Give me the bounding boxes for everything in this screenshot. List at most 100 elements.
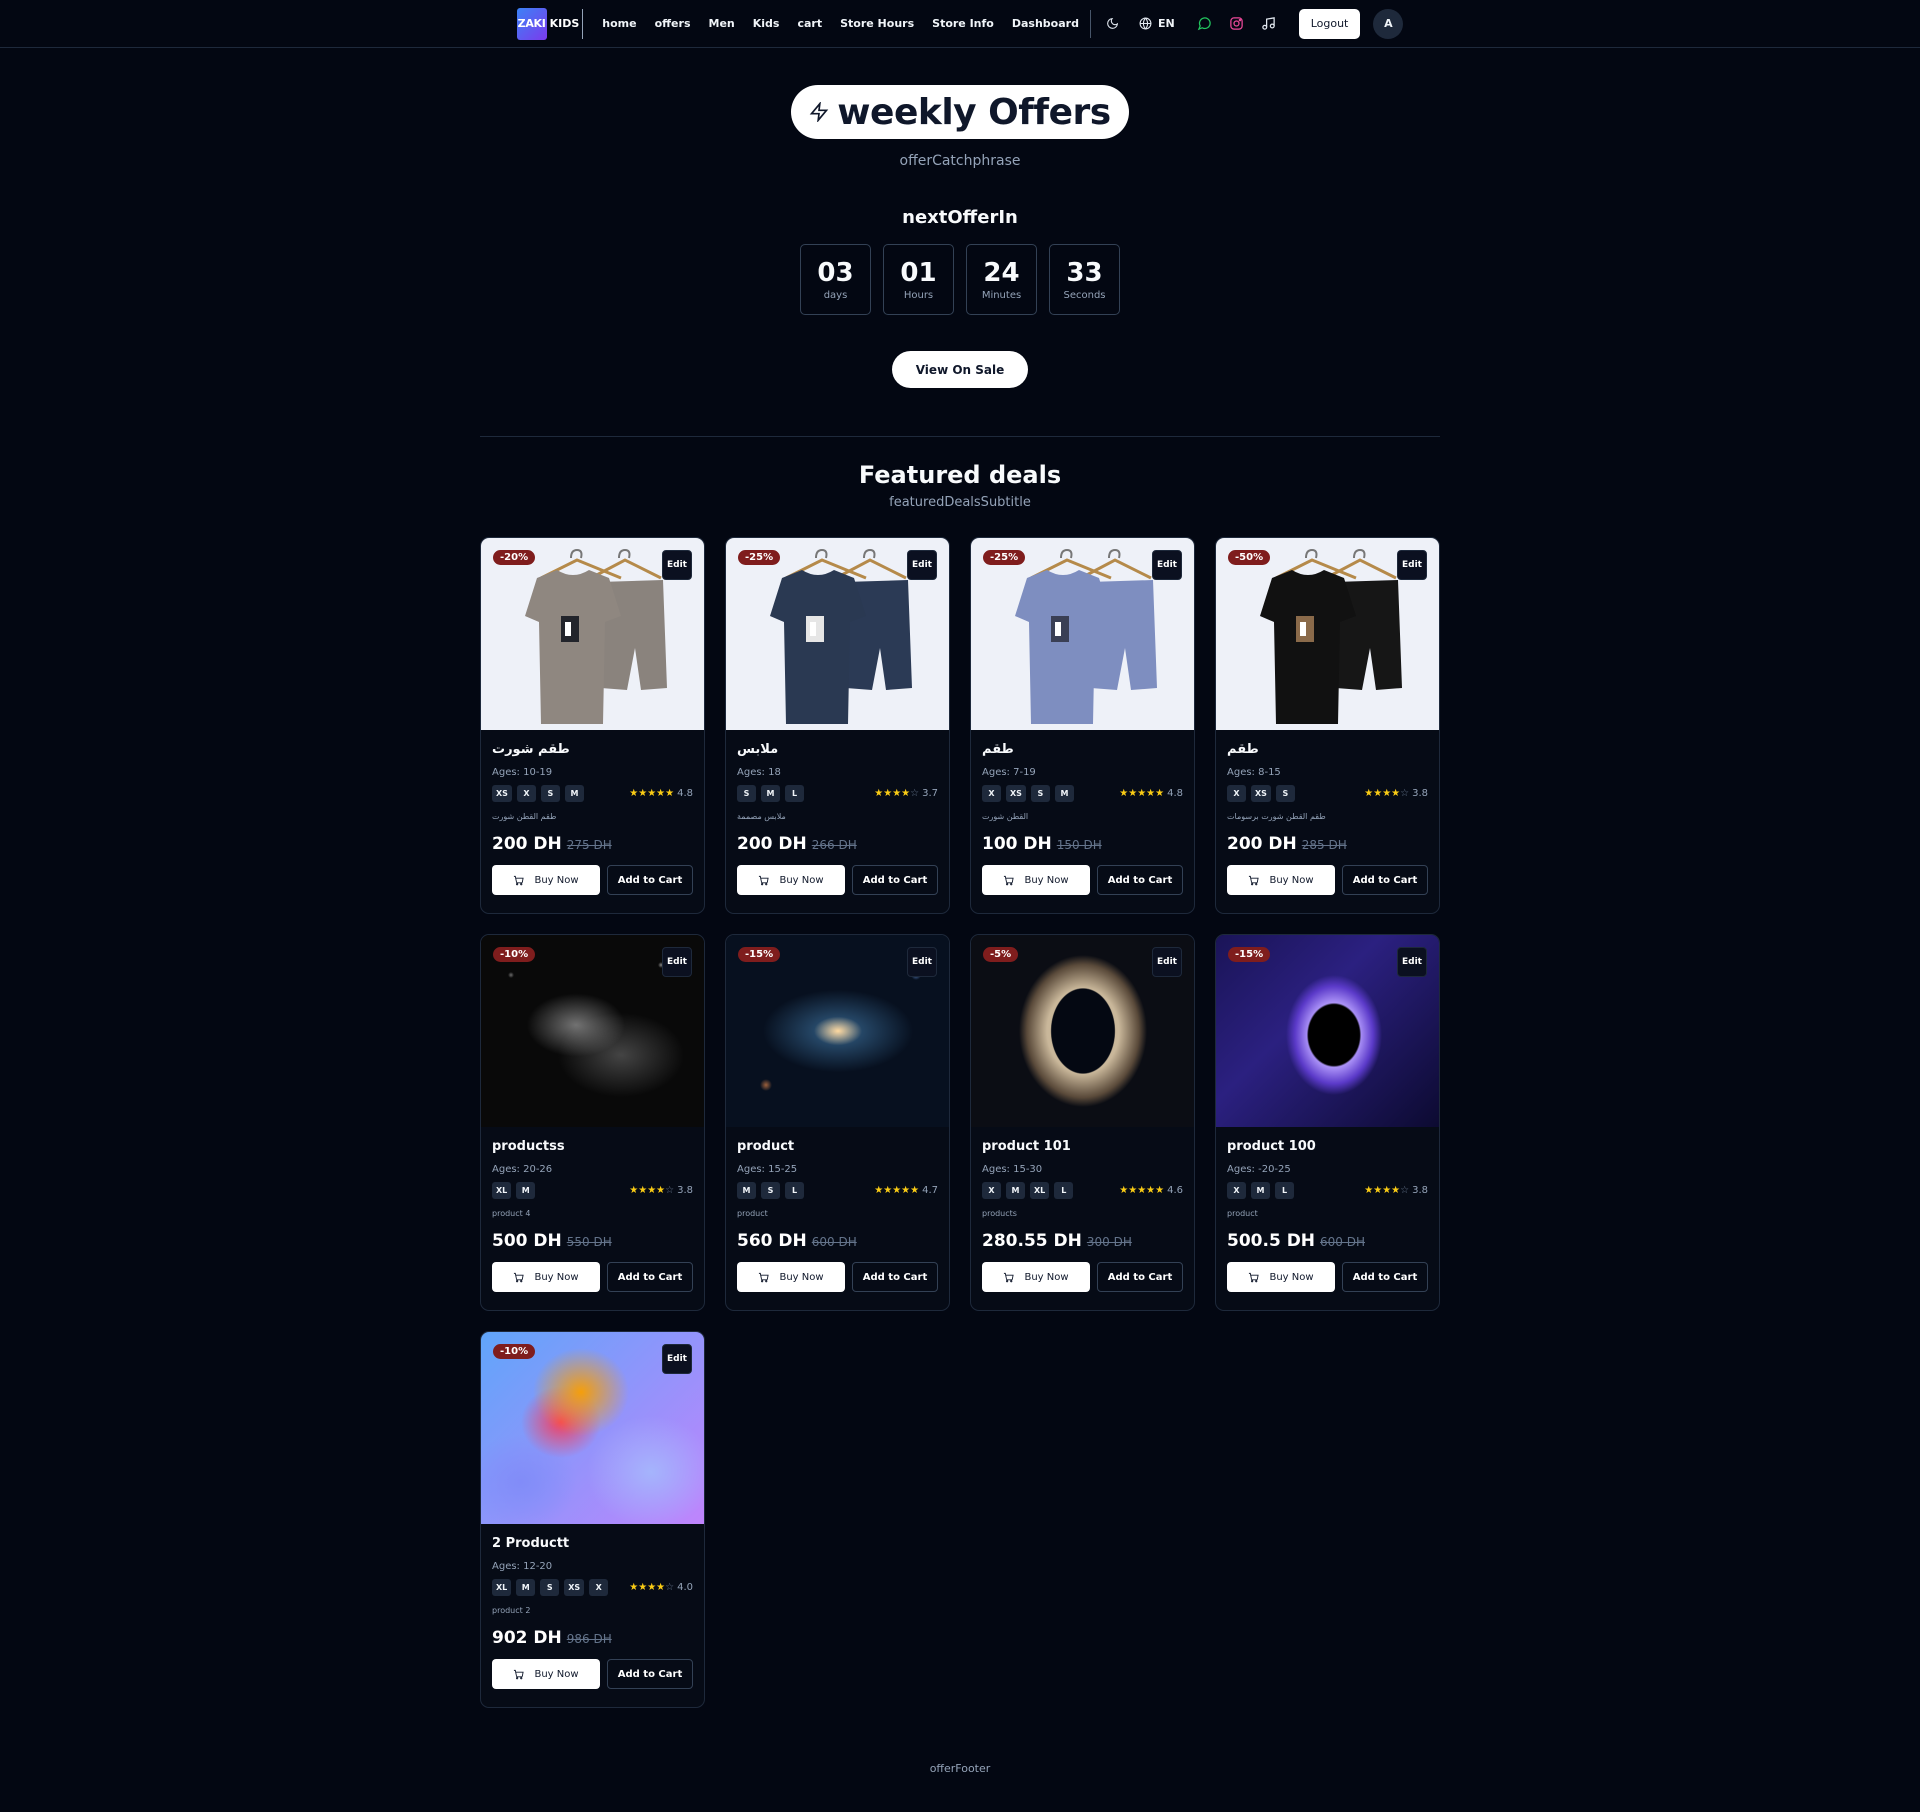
size-chip[interactable]: X [516, 785, 536, 802]
size-list: MSL [737, 1182, 804, 1199]
star-icon: ★ [1119, 1185, 1129, 1196]
rating-stars: ★★★★★ [874, 1185, 919, 1196]
size-chip[interactable]: S [1275, 785, 1295, 802]
nav-link-home[interactable]: home [602, 17, 636, 30]
star-icon: ★ [1364, 788, 1374, 799]
size-chip[interactable]: XS [492, 785, 512, 802]
avatar[interactable]: A [1373, 8, 1404, 39]
star-icon: ★ [629, 1185, 639, 1196]
add-to-cart-button[interactable]: Add to Cart [852, 865, 938, 895]
add-to-cart-button[interactable]: Add to Cart [1097, 1262, 1183, 1292]
size-chip[interactable]: M [1054, 785, 1074, 802]
edit-button[interactable]: Edit [1397, 550, 1427, 580]
size-chip[interactable]: M [564, 785, 584, 802]
product-image[interactable]: -5% Edit [971, 935, 1194, 1127]
size-chip[interactable]: L [1275, 1182, 1294, 1199]
edit-button[interactable]: Edit [662, 550, 692, 580]
size-chip[interactable]: L [785, 785, 804, 802]
buy-now-button[interactable]: Buy Now [982, 865, 1090, 895]
buy-now-button[interactable]: Buy Now [1227, 865, 1335, 895]
buy-now-button[interactable]: Buy Now [982, 1262, 1090, 1292]
buy-now-button[interactable]: Buy Now [1227, 1262, 1335, 1292]
size-chip[interactable]: XS [564, 1579, 585, 1596]
countdown-value: 03 [817, 258, 854, 288]
product-image[interactable]: -25% Edit [726, 538, 949, 730]
buy-now-button[interactable]: Buy Now [492, 1659, 600, 1689]
edit-button[interactable]: Edit [662, 1344, 692, 1374]
view-on-sale-button[interactable]: View On Sale [891, 351, 1029, 388]
size-chip[interactable]: M [1006, 1182, 1025, 1199]
instagram-icon[interactable] [1223, 10, 1251, 38]
product-image[interactable]: -15% Edit [726, 935, 949, 1127]
add-to-cart-button[interactable]: Add to Cart [607, 865, 693, 895]
size-chip[interactable]: X [1227, 1182, 1246, 1199]
add-to-cart-button[interactable]: Add to Cart [852, 1262, 938, 1292]
edit-button[interactable]: Edit [907, 550, 937, 580]
whatsapp-icon[interactable] [1191, 10, 1219, 38]
size-chip[interactable]: M [516, 1182, 536, 1199]
nav-link-store-hours[interactable]: Store Hours [840, 17, 914, 30]
size-chip[interactable]: L [785, 1182, 804, 1199]
countdown-seconds: 33 Seconds [1049, 244, 1120, 315]
moon-icon[interactable] [1099, 10, 1127, 38]
buy-now-button[interactable]: Buy Now [492, 865, 600, 895]
add-to-cart-button[interactable]: Add to Cart [1342, 1262, 1428, 1292]
product-name: 2 Productt [492, 1536, 570, 1551]
size-chip[interactable]: X [589, 1579, 609, 1596]
cart-icon [1004, 1272, 1015, 1282]
nav-link-store-info[interactable]: Store Info [932, 17, 994, 30]
add-to-cart-button[interactable]: Add to Cart [1342, 865, 1428, 895]
music-icon[interactable] [1255, 10, 1283, 38]
product-image[interactable]: -50% Edit [1216, 538, 1439, 730]
size-chip[interactable]: S [761, 1182, 780, 1199]
size-chip[interactable]: S [1030, 785, 1050, 802]
logo[interactable]: ZAKI KIDS [516, 7, 584, 40]
price-row: 902 DH 986 DH [492, 1628, 693, 1648]
nav-link-men[interactable]: Men [709, 17, 735, 30]
add-to-cart-button[interactable]: Add to Cart [607, 1659, 693, 1689]
language-selector[interactable]: EN [1139, 17, 1175, 30]
product-image[interactable]: -25% Edit [971, 538, 1194, 730]
add-to-cart-button[interactable]: Add to Cart [607, 1262, 693, 1292]
logout-button[interactable]: Logout [1298, 8, 1361, 39]
size-chip[interactable]: S [737, 785, 756, 802]
size-chip[interactable]: S [540, 1579, 560, 1596]
size-chip[interactable]: XS [1006, 785, 1026, 802]
edit-button[interactable]: Edit [1152, 947, 1182, 977]
nav-divider [1089, 9, 1091, 38]
size-chip[interactable]: M [1251, 1182, 1270, 1199]
size-chip[interactable]: M [761, 785, 780, 802]
buy-now-button[interactable]: Buy Now [737, 1262, 845, 1292]
discount-badge: -5% [983, 947, 1019, 962]
edit-button[interactable]: Edit [662, 947, 692, 977]
product-rating: ★★★★☆ 3.8 [1364, 788, 1428, 799]
discount-badge: -25% [738, 550, 781, 565]
nav-link-dashboard[interactable]: Dashboard [1012, 17, 1079, 30]
edit-button[interactable]: Edit [907, 947, 937, 977]
nav-link-offers[interactable]: offers [655, 17, 691, 30]
buy-now-button[interactable]: Buy Now [492, 1262, 600, 1292]
size-chip[interactable]: X [1227, 785, 1246, 802]
add-to-cart-button[interactable]: Add to Cart [1097, 865, 1183, 895]
original-price: 600 DH [811, 1235, 857, 1249]
product-image[interactable]: -10% Edit [481, 935, 704, 1127]
size-chip[interactable]: M [516, 1579, 536, 1596]
nav-link-kids[interactable]: Kids [753, 17, 780, 30]
size-chip[interactable]: X [982, 785, 1001, 802]
buy-now-button[interactable]: Buy Now [737, 865, 845, 895]
star-icon: ★ [1391, 788, 1401, 799]
size-chip[interactable]: XL [1030, 1182, 1050, 1199]
size-chip[interactable]: XL [492, 1182, 512, 1199]
nav-link-cart[interactable]: cart [797, 17, 822, 30]
size-chip[interactable]: M [737, 1182, 756, 1199]
size-chip[interactable]: S [540, 785, 560, 802]
product-image[interactable]: -20% Edit [481, 538, 704, 730]
size-chip[interactable]: XL [492, 1579, 512, 1596]
size-chip[interactable]: X [982, 1182, 1001, 1199]
edit-button[interactable]: Edit [1397, 947, 1427, 977]
size-chip[interactable]: XS [1251, 785, 1271, 802]
edit-button[interactable]: Edit [1152, 550, 1182, 580]
size-chip[interactable]: L [1054, 1182, 1074, 1199]
product-image[interactable]: -10% Edit [481, 1332, 704, 1524]
product-image[interactable]: -15% Edit [1216, 935, 1439, 1127]
